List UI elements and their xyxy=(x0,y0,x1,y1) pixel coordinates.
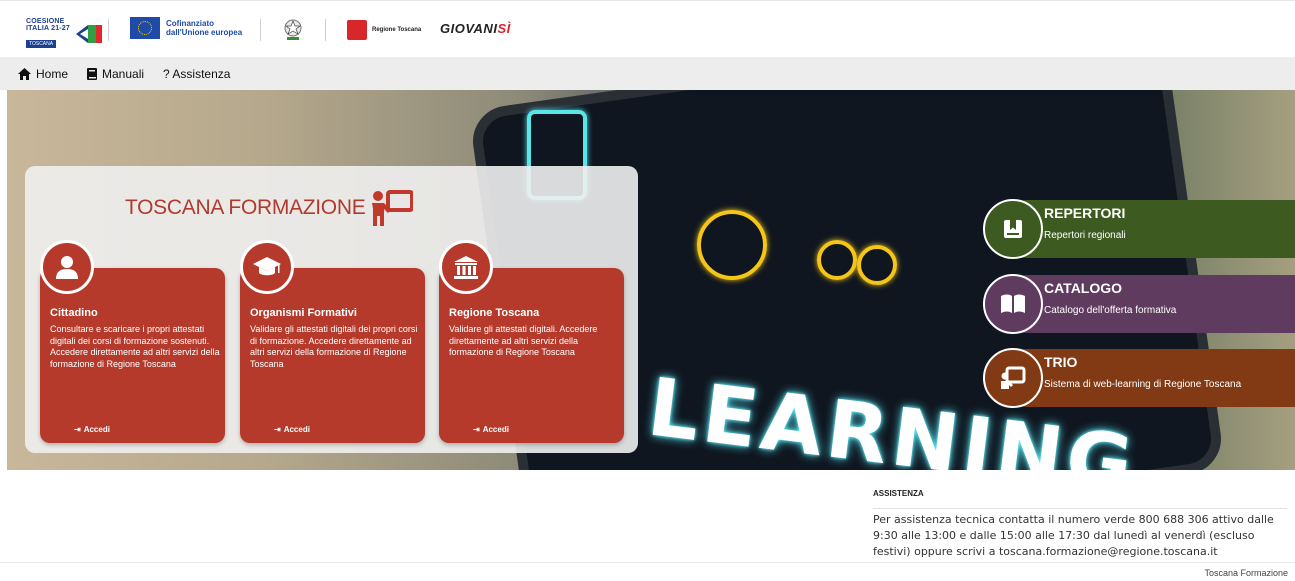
coesione-logo-region: TOSCANA xyxy=(26,40,57,48)
card-regione-toscana: Regione Toscana Validare gli attestati d… xyxy=(439,240,624,443)
service-subtitle: Catalogo dell'offerta formativa xyxy=(1044,305,1177,316)
sign-in-icon: ⇥ xyxy=(74,425,81,434)
nav-manuali[interactable]: Manuali xyxy=(87,67,144,81)
assistance-divider xyxy=(873,508,1287,509)
eu-logo-text-1: Cofinanziato xyxy=(166,19,214,28)
giovani-si-logo: GIOVANI SÌ xyxy=(440,21,511,36)
card-cittadino: Cittadino Consultare e scaricare i propr… xyxy=(40,240,225,443)
service-icon-circle xyxy=(983,348,1043,408)
neon-glasses-shape xyxy=(817,240,857,280)
coesione-logo-text-1: COESIONE xyxy=(26,18,65,25)
eu-cofinanced-logo: Cofinanziato dall'Unione europea xyxy=(130,17,242,39)
logo-bar: COESIONE ITALIA 21-27 TOSCANA Cofinanzia… xyxy=(0,0,1295,57)
teacher-board-icon xyxy=(1001,366,1026,389)
footer-divider xyxy=(0,562,1295,563)
accedi-label: Accedi xyxy=(482,425,509,434)
brand-title: TOSCANA FORMAZIONE xyxy=(125,196,366,219)
card-icon-circle xyxy=(439,240,493,294)
card-icon-circle xyxy=(240,240,294,294)
graduation-cap-icon xyxy=(253,257,281,276)
footer-text: Toscana Formazione xyxy=(1204,568,1288,578)
card-description: Validare gli attestati digitali. Acceder… xyxy=(449,324,598,357)
giovani-logo-text: GIOVANI xyxy=(440,21,498,36)
repertori-button[interactable]: REPERTORI Repertori regionali xyxy=(983,199,1295,259)
catalogo-button[interactable]: CATALOGO Catalogo dell'offerta formativa xyxy=(983,274,1295,334)
neon-glasses-shape xyxy=(857,245,897,285)
card-title: Regione Toscana xyxy=(449,307,540,319)
logo-separator xyxy=(325,19,326,41)
service-title: TRIO xyxy=(1044,354,1078,370)
italian-republic-emblem-icon xyxy=(284,19,302,40)
page-root: COESIONE ITALIA 21-27 TOSCANA Cofinanzia… xyxy=(0,0,1295,581)
user-icon xyxy=(56,256,78,279)
service-subtitle: Repertori regionali xyxy=(1044,230,1126,241)
accedi-label: Accedi xyxy=(83,425,110,434)
teacher-board-icon xyxy=(372,190,414,226)
service-subtitle: Sistema di web-learning di Regione Tosca… xyxy=(1044,379,1242,390)
home-icon xyxy=(18,67,31,80)
card-description: Consultare e scaricare i propri attestat… xyxy=(50,324,220,369)
regione-toscana-logo: Regione Toscana xyxy=(347,20,421,40)
coesione-arrow-icon xyxy=(76,25,103,43)
nav-assistenza-label: ? Assistenza xyxy=(163,66,231,81)
eu-flag-icon xyxy=(130,17,160,39)
service-icon-circle xyxy=(983,274,1043,334)
regione-accedi-button[interactable]: ⇥ Accedi xyxy=(473,425,509,434)
card-title: Cittadino xyxy=(50,307,98,319)
top-nav: Home Manuali ? Assistenza xyxy=(0,57,1295,90)
organismi-accedi-button[interactable]: ⇥ Accedi xyxy=(274,425,310,434)
neon-target-shape xyxy=(697,210,767,280)
brand-heading: TOSCANA FORMAZIONE xyxy=(125,190,414,226)
toscana-formazione-panel: TOSCANA FORMAZIONE Cittadino Consultare … xyxy=(25,166,638,453)
service-title: CATALOGO xyxy=(1044,280,1123,296)
eu-logo-text-2: dall'Unione europea xyxy=(166,28,243,37)
cittadino-accedi-button[interactable]: ⇥ Accedi xyxy=(74,425,110,434)
nav-manuali-label: Manuali xyxy=(102,66,145,81)
pegasus-icon xyxy=(347,20,367,40)
card-organismi-formativi: Organismi Formativi Validare gli attesta… xyxy=(240,240,425,443)
open-book-icon xyxy=(1001,294,1025,313)
service-title: REPERTORI xyxy=(1044,205,1126,221)
service-icon-circle xyxy=(983,199,1043,259)
coesione-italia-logo: COESIONE ITALIA 21-27 TOSCANA xyxy=(26,18,104,50)
sign-in-icon: ⇥ xyxy=(473,425,480,434)
book-icon xyxy=(87,67,98,80)
giovani-si-accent: SÌ xyxy=(497,21,511,36)
logo-separator xyxy=(260,19,261,41)
coesione-logo-text-2: ITALIA 21-27 xyxy=(26,25,71,32)
assistance-heading: ASSISTENZA xyxy=(873,489,924,498)
card-description: Validare gli attestati digitali dei prop… xyxy=(250,324,418,369)
trio-button[interactable]: TRIO Sistema di web-learning di Regione … xyxy=(983,348,1295,408)
institution-icon xyxy=(454,256,478,279)
nav-home-label: Home xyxy=(36,66,69,81)
card-icon-circle xyxy=(40,240,94,294)
regione-logo-text: Regione Toscana xyxy=(372,27,422,33)
card-title: Organismi Formativi xyxy=(250,307,357,319)
logo-separator xyxy=(108,19,109,41)
bookmark-book-icon xyxy=(1004,220,1022,238)
sign-in-icon: ⇥ xyxy=(274,425,281,434)
nav-home[interactable]: Home xyxy=(18,67,68,81)
nav-assistenza[interactable]: ? Assistenza xyxy=(163,67,230,81)
assistance-text: Per assistenza tecnica contatta il numer… xyxy=(873,513,1274,558)
accedi-label: Accedi xyxy=(283,425,310,434)
